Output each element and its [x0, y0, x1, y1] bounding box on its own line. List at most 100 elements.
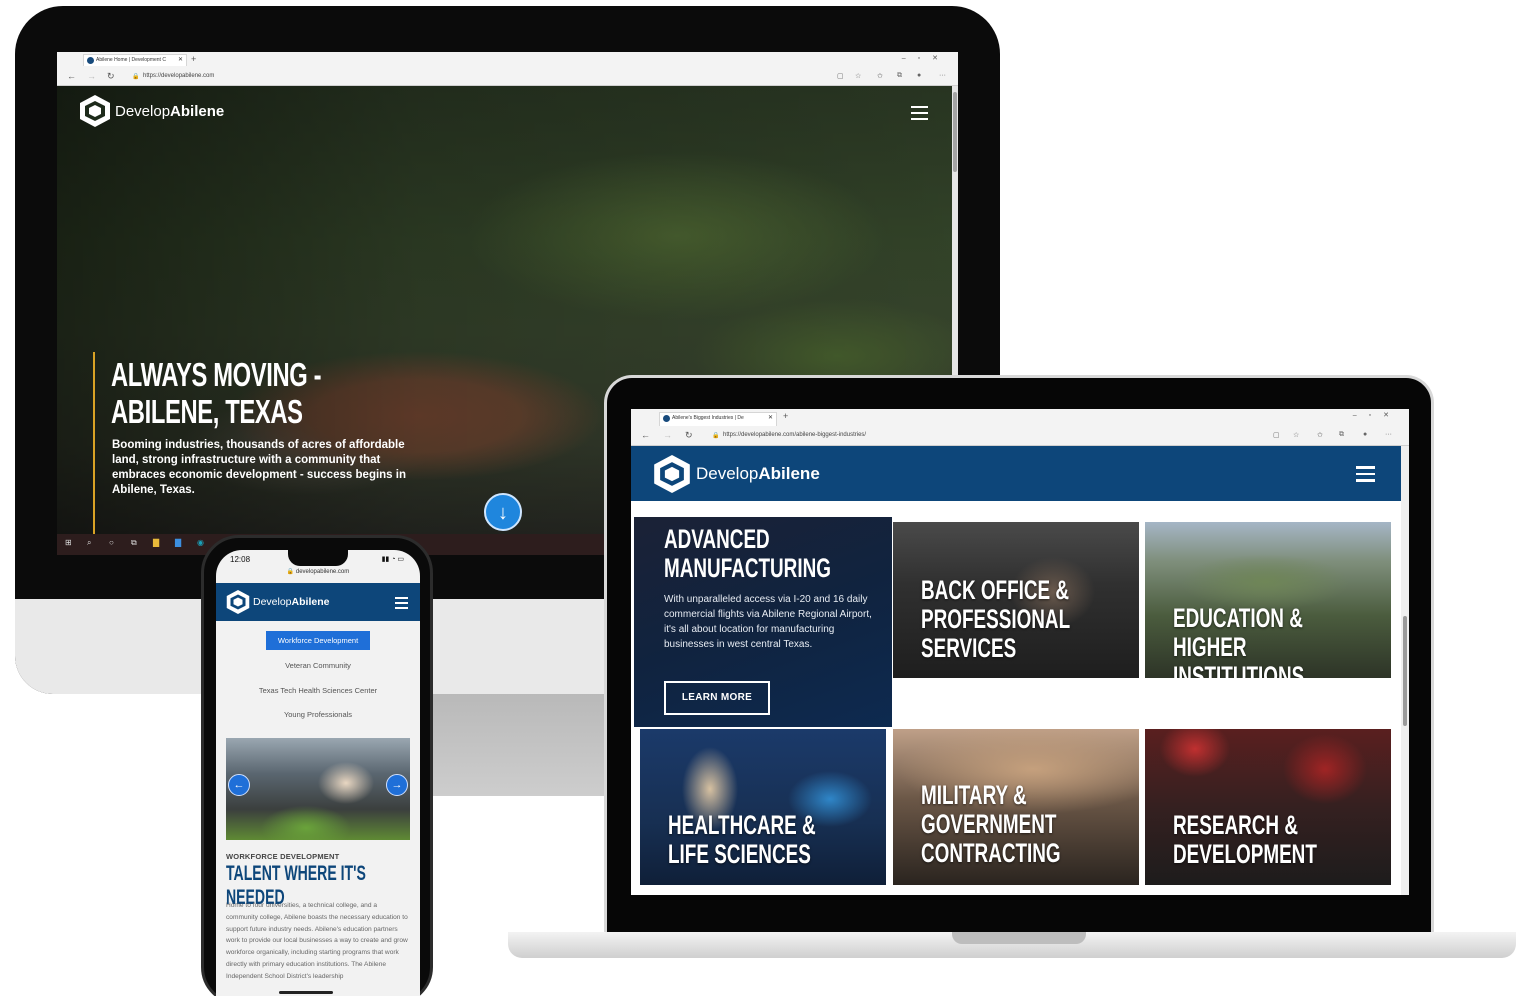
- laptop-screen: Abilene's Biggest Industries | De ✕ + –▫…: [631, 409, 1409, 895]
- menu-icon[interactable]: [395, 597, 408, 612]
- tile-description: With unparalleled access via I-20 and 16…: [664, 594, 872, 650]
- address-bar[interactable]: 🔒 https://developabilene.com/abilene-big…: [711, 429, 1271, 443]
- new-tab-icon[interactable]: +: [783, 411, 788, 421]
- industry-tile-advanced-manufacturing[interactable]: ADVANCED MANUFACTURING With unparalleled…: [634, 517, 892, 727]
- tab-title: Abilene's Biggest Industries | De: [672, 415, 744, 421]
- reader-icon[interactable]: ▢: [837, 72, 844, 80]
- store-icon[interactable]: ▇: [175, 538, 181, 547]
- browser-chrome: Abilene Home | Development C ✕ + –▫✕ ← →…: [57, 52, 958, 86]
- scroll-down-button[interactable]: ↓: [484, 493, 522, 531]
- back-icon[interactable]: ←: [641, 430, 650, 440]
- tile-title: RESEARCH & DEVELOPMENT: [1173, 810, 1317, 869]
- site-logo[interactable]: DevelopAbilene: [653, 453, 820, 495]
- tile-title: BACK OFFICE & PROFESSIONAL SERVICES: [921, 575, 1070, 663]
- tile-title: HEALTHCARE & LIFE SCIENCES: [668, 810, 816, 869]
- hero-title: ALWAYS MOVING - ABILENE, TEXAS: [111, 356, 322, 430]
- file-explorer-icon[interactable]: ▇: [153, 538, 159, 547]
- tile-title: EDUCATION & HIGHER INSTITUTIONS: [1173, 603, 1305, 679]
- accent-line: [93, 352, 95, 534]
- smartphone: 12:08 ▮▮ ◔ ▭ 🔒 developabilene.com Develop…: [201, 535, 433, 996]
- laptop: Abilene's Biggest Industries | De ✕ + –▫…: [604, 375, 1434, 935]
- industry-tile-back-office[interactable]: BACK OFFICE & PROFESSIONAL SERVICES: [893, 522, 1139, 678]
- browser-tab[interactable]: Abilene Home | Development C ✕: [83, 54, 187, 66]
- carousel-prev-button[interactable]: ←: [228, 774, 250, 796]
- profile-icon[interactable]: ●: [917, 72, 921, 79]
- extensions-icon[interactable]: ⧉: [1339, 431, 1344, 439]
- phone-notch: [288, 550, 348, 566]
- collections-icon[interactable]: ✩: [877, 72, 883, 80]
- menu-item-young-professionals[interactable]: Young Professionals: [216, 710, 420, 719]
- industry-tile-healthcare[interactable]: HEALTHCARE & LIFE SCIENCES: [640, 729, 886, 885]
- collections-icon[interactable]: ✩: [1317, 431, 1323, 439]
- section-body: Home to four universities, a technical c…: [226, 902, 408, 980]
- tile-title: ADVANCED MANUFACTURING: [664, 524, 831, 583]
- scrollbar[interactable]: [1401, 446, 1409, 895]
- logo-text-light: Develop: [696, 464, 759, 483]
- more-icon[interactable]: ···: [1385, 431, 1392, 438]
- hexagon-logo-icon: [79, 94, 111, 128]
- arrow-right-icon: →: [391, 779, 403, 791]
- windows-start-icon[interactable]: ⊞: [65, 538, 72, 547]
- nav-row: ← → ↻ 🔒 https://developabilene.com/abile…: [631, 427, 1409, 445]
- new-tab-icon[interactable]: +: [191, 54, 196, 64]
- logo-text-bold: Abilene: [758, 464, 820, 483]
- logo-text-light: Develop: [115, 102, 171, 120]
- forward-icon[interactable]: →: [87, 71, 96, 81]
- more-icon[interactable]: ···: [939, 72, 946, 79]
- learn-more-button[interactable]: LEARN MORE: [664, 681, 770, 715]
- industry-tile-military[interactable]: MILITARY & GOVERNMENT CONTRACTING: [893, 729, 1139, 885]
- section-kicker: WORKFORCE DEVELOPMENT: [226, 852, 340, 861]
- carousel-next-button[interactable]: →: [386, 774, 408, 796]
- back-icon[interactable]: ←: [67, 71, 76, 81]
- laptop-notch: [952, 932, 1086, 944]
- address-text: developabilene.com: [295, 569, 350, 575]
- device-mockup-stage: Abilene Home | Development C ✕ + –▫✕ ← →…: [0, 0, 1516, 996]
- menu-item-workforce-development[interactable]: Workforce Development: [266, 631, 370, 650]
- industry-tile-research[interactable]: RESEARCH & DEVELOPMENT: [1145, 729, 1391, 885]
- extensions-icon[interactable]: ⧉: [897, 72, 902, 80]
- tab-title: Abilene Home | Development C: [96, 57, 166, 63]
- site-logo[interactable]: DevelopAbilene: [79, 94, 224, 128]
- nav-row: ← → ↻ 🔒 https://developabilene.com ▢ ☆ ✩…: [57, 68, 958, 86]
- industry-tile-education[interactable]: EDUCATION & HIGHER INSTITUTIONS: [1145, 522, 1391, 678]
- arrow-down-icon: ↓: [498, 502, 508, 524]
- logo-text-bold: Abilene: [170, 102, 225, 120]
- cortana-icon[interactable]: ○: [109, 538, 114, 547]
- menu-item-veteran-community[interactable]: Veteran Community: [216, 661, 420, 670]
- favorite-icon[interactable]: ☆: [855, 72, 861, 80]
- reload-icon[interactable]: ↻: [107, 71, 115, 82]
- menu-icon[interactable]: [1356, 466, 1375, 486]
- menu-item-texas-tech[interactable]: Texas Tech Health Sciences Center: [216, 686, 420, 695]
- search-icon[interactable]: ⌕: [87, 538, 91, 548]
- profile-icon[interactable]: ●: [1363, 431, 1367, 438]
- favorite-icon[interactable]: ☆: [1293, 431, 1299, 439]
- forward-icon[interactable]: →: [663, 430, 672, 440]
- arrow-left-icon: ←: [233, 779, 245, 791]
- site-logo[interactable]: DevelopAbilene: [226, 589, 329, 615]
- menu-icon[interactable]: [911, 106, 928, 124]
- logo-text-bold: Abilene: [291, 596, 330, 608]
- close-tab-icon[interactable]: ✕: [178, 56, 183, 63]
- address-bar[interactable]: 🔒 https://developabilene.com: [131, 70, 831, 84]
- close-tab-icon[interactable]: ✕: [768, 414, 773, 421]
- window-controls[interactable]: –▫✕: [1353, 411, 1401, 419]
- signal-battery-icon: ▮▮ ◔ ▭: [381, 556, 404, 563]
- logo-text-light: Develop: [253, 596, 292, 608]
- hexagon-logo-icon: [226, 589, 250, 615]
- lock-icon: 🔒: [286, 569, 296, 575]
- browser-tab[interactable]: Abilene's Biggest Industries | De ✕: [659, 412, 777, 426]
- edge-icon[interactable]: ◉: [197, 538, 204, 547]
- status-time: 12:08: [230, 555, 251, 564]
- lock-icon: 🔒: [712, 433, 720, 439]
- task-view-icon[interactable]: ⧉: [131, 538, 137, 548]
- tile-title: MILITARY & GOVERNMENT CONTRACTING: [921, 780, 1061, 868]
- window-controls[interactable]: –▫✕: [902, 54, 950, 62]
- reader-icon[interactable]: ▢: [1273, 431, 1280, 439]
- site-header: DevelopAbilene: [631, 446, 1401, 501]
- site-header: DevelopAbilene: [216, 583, 420, 621]
- reload-icon[interactable]: ↻: [685, 430, 693, 441]
- address-bar[interactable]: 🔒 developabilene.com: [216, 568, 420, 582]
- favicon-icon: [87, 57, 94, 64]
- favicon-icon: [663, 415, 670, 422]
- home-indicator: [279, 991, 333, 994]
